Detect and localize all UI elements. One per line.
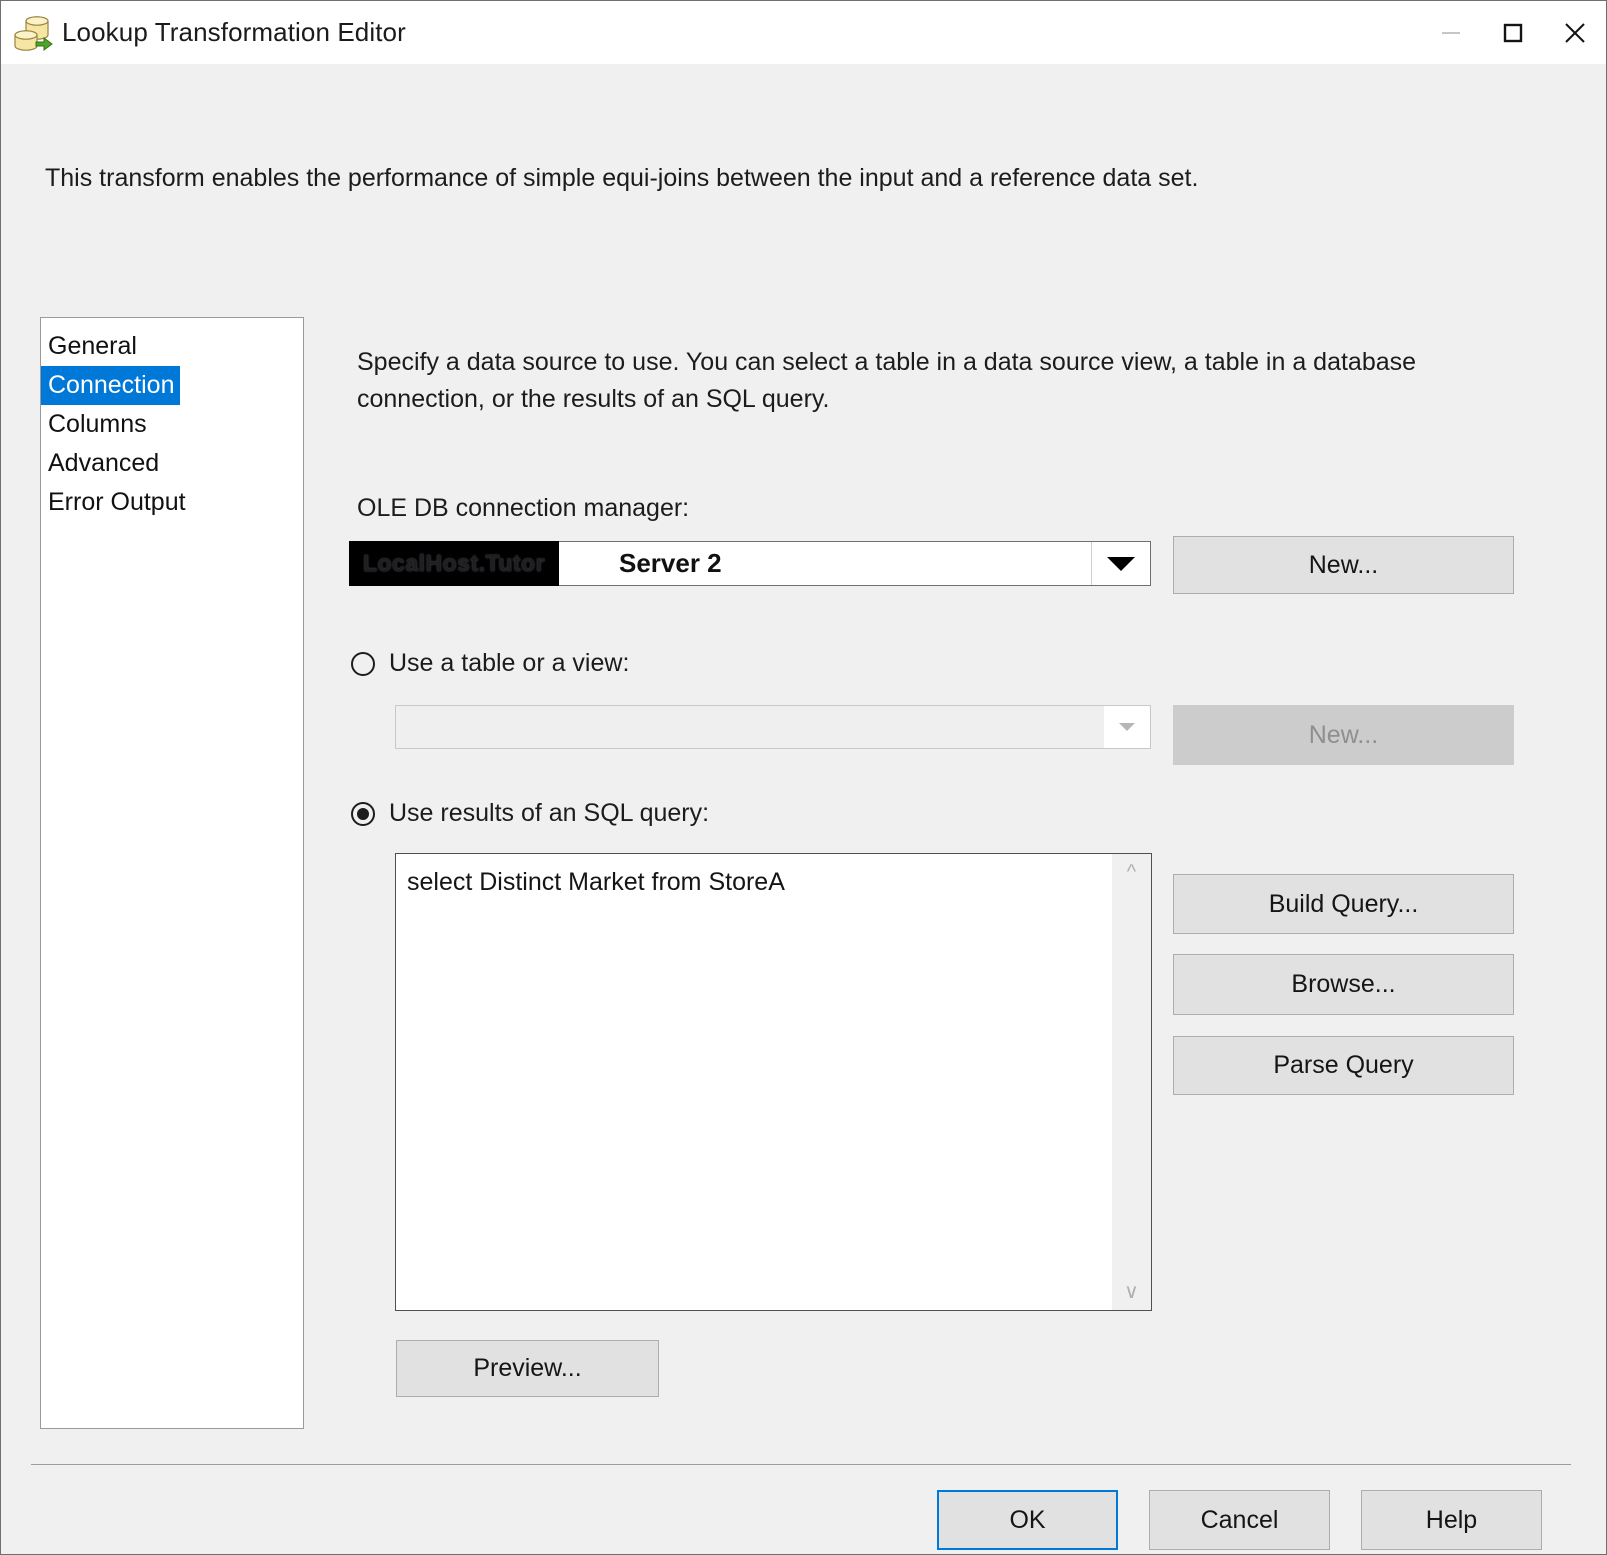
sidebar-item-general[interactable]: General [41,327,303,366]
cancel-button[interactable]: Cancel [1149,1490,1330,1550]
browse-button[interactable]: Browse... [1173,954,1514,1015]
connection-manager-value: Server 2 [619,548,722,578]
use-sql-query-radio[interactable]: Use results of an SQL query: [351,799,709,828]
sql-query-scrollbar[interactable]: ^ ∨ [1112,854,1151,1310]
use-table-or-view-radio[interactable]: Use a table or a view: [351,649,629,678]
maximize-button[interactable] [1482,1,1544,64]
chevron-down-icon-disabled [1104,706,1150,748]
title-bar: Lookup Transformation Editor [1,1,1606,64]
dialog-body: This transform enables the performance o… [1,64,1606,1554]
help-button[interactable]: Help [1361,1490,1542,1550]
table-or-view-combo[interactable] [395,705,1151,749]
minimize-button[interactable] [1420,1,1482,64]
chevron-down-icon[interactable]: ∨ [1124,1282,1139,1302]
close-button[interactable] [1544,1,1606,64]
sidebar-item-columns[interactable]: Columns [41,405,303,444]
chevron-up-icon[interactable]: ^ [1127,862,1136,882]
page-navigation-list[interactable]: General Connection Columns Advanced Erro… [40,317,304,1429]
sidebar-item-advanced[interactable]: Advanced [41,444,303,483]
use-sql-query-label: Use results of an SQL query: [389,799,710,827]
connection-manager-label: OLE DB connection manager: [357,494,690,522]
build-query-button[interactable]: Build Query... [1173,874,1514,934]
sidebar-item-connection[interactable]: Connection [41,366,303,405]
lookup-transformation-icon [10,10,56,56]
ok-button[interactable]: OK [937,1490,1118,1550]
pane-description: Specify a data source to use. You can se… [357,348,1417,413]
radio-indicator-sql [351,801,375,826]
new-table-button[interactable]: New... [1173,705,1514,765]
preview-button[interactable]: Preview... [396,1340,659,1397]
footer-divider [31,1464,1571,1465]
sidebar-item-connection-label: Connection [41,366,181,405]
sidebar-item-error-output[interactable]: Error Output [41,483,303,522]
use-table-or-view-label: Use a table or a view: [389,649,630,677]
sql-query-textarea[interactable]: select Distinct Market from StoreA ^ ∨ [395,853,1152,1311]
lookup-transformation-editor-dialog: Lookup Transformation Editor This transf… [0,0,1607,1555]
connection-manager-redacted-value: LocalHost.Tutor [349,541,559,586]
sql-query-text[interactable]: select Distinct Market from StoreA [396,854,1112,1310]
dialog-intro-text: This transform enables the performance o… [45,164,1199,192]
window-controls [1420,1,1606,64]
chevron-down-icon[interactable] [1091,542,1150,585]
connection-manager-combo[interactable]: LocalHost.Tutor Server 2 [349,541,1151,586]
window-title: Lookup Transformation Editor [62,17,406,47]
parse-query-button[interactable]: Parse Query [1173,1036,1514,1095]
new-connection-button[interactable]: New... [1173,536,1514,594]
radio-indicator-table [351,651,375,676]
